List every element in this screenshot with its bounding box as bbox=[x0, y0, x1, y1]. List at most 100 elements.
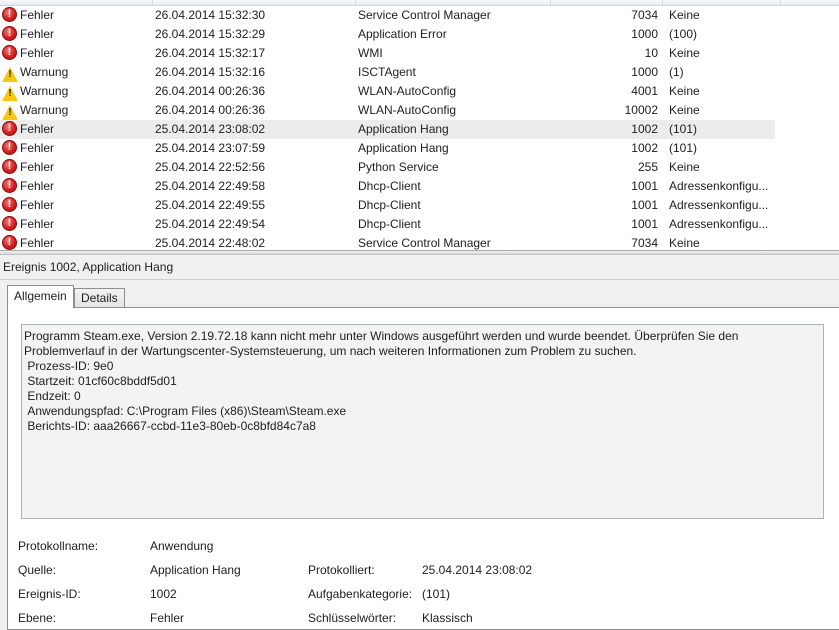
event-id-label: Ereignis-ID: bbox=[18, 587, 81, 601]
level-cell: Fehler bbox=[2, 139, 152, 158]
level-text: Fehler bbox=[20, 27, 55, 41]
source-cell: Service Control Manager bbox=[358, 8, 491, 22]
event-row[interactable]: Fehler 26.04.2014 15:32:30 Service Control… bbox=[0, 6, 839, 25]
task-category-value: (101) bbox=[422, 587, 451, 601]
level-cell: Fehler bbox=[2, 120, 152, 139]
source-cell: Python Service bbox=[358, 160, 439, 174]
event-row[interactable]: Warnung 26.04.2014 15:32:16 ISCTAgent 1000 (… bbox=[0, 63, 839, 82]
event-row[interactable]: Fehler 25.04.2014 22:49:55 Dhcp-Client 1001… bbox=[0, 196, 839, 215]
error-icon bbox=[2, 235, 17, 250]
task-category-cell: Keine bbox=[669, 236, 700, 250]
event-row[interactable]: Fehler 25.04.2014 23:08:02 Application Han… bbox=[0, 120, 839, 139]
level-text: Fehler bbox=[20, 198, 55, 212]
error-icon bbox=[2, 159, 17, 174]
level-cell: Fehler bbox=[2, 44, 152, 63]
event-id-cell: 255 bbox=[637, 160, 658, 174]
event-row[interactable]: Warnung 26.04.2014 00:26:36 WLAN-AutoConfi… bbox=[0, 82, 839, 101]
source-cell: WLAN-AutoConfig bbox=[358, 103, 457, 117]
level-text: Warnung bbox=[20, 103, 69, 117]
date-cell: 25.04.2014 22:49:55 bbox=[155, 198, 266, 212]
event-id-cell: 7034 bbox=[631, 236, 658, 250]
level-text: Fehler bbox=[20, 179, 55, 193]
date-cell: 25.04.2014 22:49:54 bbox=[155, 217, 266, 231]
date-cell: 26.04.2014 15:32:17 bbox=[155, 46, 266, 60]
date-cell: 25.04.2014 22:52:56 bbox=[155, 160, 266, 174]
error-icon bbox=[2, 26, 17, 41]
level-text: Fehler bbox=[20, 160, 55, 174]
level-text: Warnung bbox=[20, 84, 69, 98]
error-icon bbox=[2, 197, 17, 212]
source-cell: Dhcp-Client bbox=[358, 217, 421, 231]
level-cell: Fehler bbox=[2, 196, 152, 215]
title-divider bbox=[0, 279, 839, 280]
warning-icon bbox=[2, 67, 18, 82]
date-cell: 26.04.2014 15:32:16 bbox=[155, 65, 266, 79]
error-icon bbox=[2, 7, 17, 22]
date-cell: 26.04.2014 15:32:29 bbox=[155, 27, 266, 41]
level-text: Fehler bbox=[20, 46, 55, 60]
logged-label: Protokolliert: bbox=[308, 563, 375, 577]
warning-icon bbox=[2, 105, 18, 120]
event-id-cell: 10 bbox=[644, 46, 658, 60]
level-cell: Fehler bbox=[2, 158, 152, 177]
source-label: Quelle: bbox=[18, 563, 57, 577]
logged-value: 25.04.2014 23:08:02 bbox=[422, 563, 533, 577]
date-cell: 25.04.2014 23:07:59 bbox=[155, 141, 266, 155]
level-text: Warnung bbox=[20, 65, 69, 79]
tab-general[interactable]: Allgemein bbox=[7, 285, 74, 308]
tab-details[interactable]: Details bbox=[74, 288, 125, 308]
date-cell: 25.04.2014 23:08:02 bbox=[155, 122, 266, 136]
event-row[interactable]: Fehler 26.04.2014 15:32:17 WMI 10 Keine bbox=[0, 44, 839, 63]
log-name-label: Protokollname: bbox=[18, 539, 99, 553]
error-icon bbox=[2, 45, 17, 60]
event-id-cell: 1000 bbox=[631, 65, 658, 79]
event-row[interactable]: Fehler 25.04.2014 22:52:56 Python Service 2… bbox=[0, 158, 839, 177]
level-cell: Fehler bbox=[2, 215, 152, 234]
task-category-cell: Adressenkonfigu... bbox=[669, 217, 769, 231]
detail-title: Ereignis 1002, Application Hang bbox=[3, 260, 174, 274]
event-id-cell: 1001 bbox=[631, 217, 658, 231]
task-category-cell: Keine bbox=[669, 160, 700, 174]
date-cell: 26.04.2014 00:26:36 bbox=[155, 103, 266, 117]
event-id-cell: 1002 bbox=[631, 141, 658, 155]
date-cell: 25.04.2014 22:48:02 bbox=[155, 236, 266, 250]
level-text: Fehler bbox=[20, 141, 55, 155]
level-text: Fehler bbox=[20, 122, 55, 136]
task-category-cell: (101) bbox=[669, 141, 698, 155]
source-cell: ISCTAgent bbox=[358, 65, 416, 79]
task-category-cell: (100) bbox=[669, 27, 698, 41]
event-row[interactable]: Fehler 25.04.2014 23:07:59 Application Han… bbox=[0, 139, 839, 158]
event-id-value: 1002 bbox=[150, 587, 177, 601]
event-rows: Fehler 26.04.2014 15:32:30 Service Control… bbox=[0, 6, 839, 250]
source-cell: Dhcp-Client bbox=[358, 198, 421, 212]
level-label: Ebene: bbox=[18, 611, 57, 625]
level-text: Fehler bbox=[20, 217, 55, 231]
error-icon bbox=[2, 140, 17, 155]
event-row[interactable]: Warnung 26.04.2014 00:26:36 WLAN-AutoConfi… bbox=[0, 101, 839, 120]
error-icon bbox=[2, 216, 17, 231]
level-value: Fehler bbox=[150, 611, 185, 625]
date-cell: 26.04.2014 15:32:30 bbox=[155, 8, 266, 22]
log-name-value: Anwendung bbox=[150, 539, 214, 553]
task-category-cell: (101) bbox=[669, 122, 698, 136]
source-cell: Dhcp-Client bbox=[358, 179, 421, 193]
event-id-cell: 4001 bbox=[631, 84, 658, 98]
source-cell: WMI bbox=[358, 46, 383, 60]
event-id-cell: 1002 bbox=[631, 122, 658, 136]
task-category-cell: Keine bbox=[669, 103, 700, 117]
event-id-cell: 7034 bbox=[631, 8, 658, 22]
level-cell: Fehler bbox=[2, 234, 152, 250]
level-cell: Fehler bbox=[2, 6, 152, 25]
event-id-cell: 1001 bbox=[631, 198, 658, 212]
task-category-cell: Adressenkonfigu... bbox=[669, 198, 769, 212]
event-id-cell: 1001 bbox=[631, 179, 658, 193]
event-list[interactable]: Fehler 26.04.2014 15:32:30 Service Control… bbox=[0, 0, 839, 250]
event-row[interactable]: Fehler 26.04.2014 15:32:29 Application Err… bbox=[0, 25, 839, 44]
level-cell: Fehler bbox=[2, 177, 152, 196]
general-tab-page: Programm Steam.exe, Version 2.19.72.18 k… bbox=[7, 307, 839, 630]
task-category-cell: Keine bbox=[669, 8, 700, 22]
event-row[interactable]: Fehler 25.04.2014 22:49:58 Dhcp-Client 1001… bbox=[0, 177, 839, 196]
event-row[interactable]: Fehler 25.04.2014 22:49:54 Dhcp-Client 1001… bbox=[0, 215, 839, 234]
event-row[interactable]: Fehler 25.04.2014 22:48:02 Service Control… bbox=[0, 234, 839, 250]
event-description[interactable]: Programm Steam.exe, Version 2.19.72.18 k… bbox=[21, 324, 824, 519]
